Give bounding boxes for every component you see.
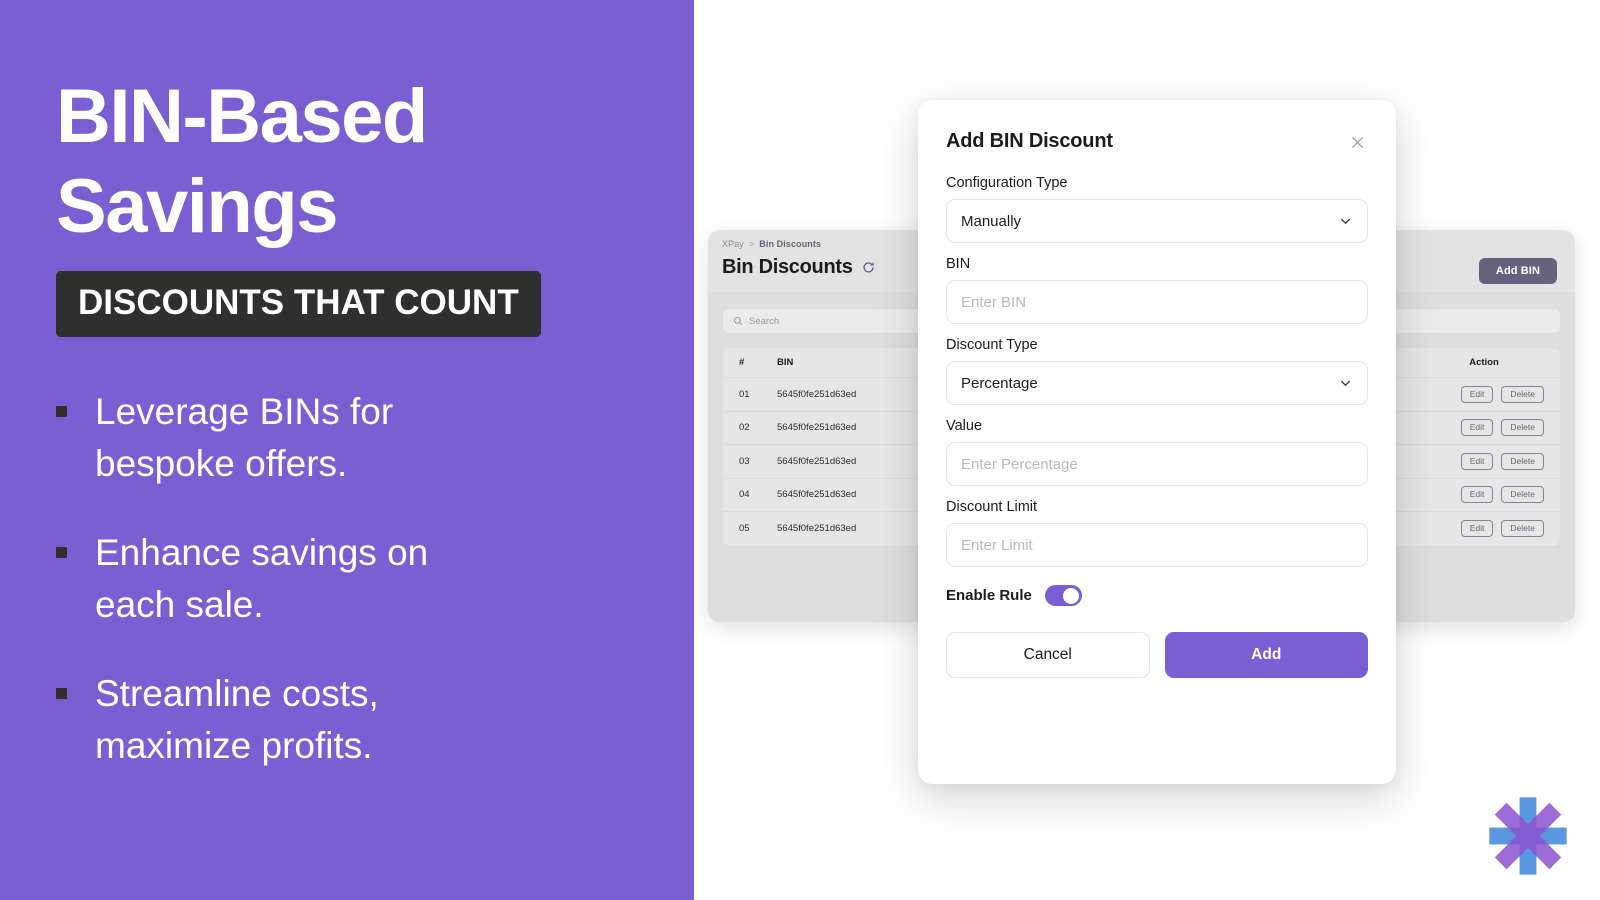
add-bin-discount-modal: Add BIN Discount Configuration Type Manu… bbox=[918, 100, 1396, 784]
toggle-knob bbox=[1063, 587, 1080, 604]
cell-index: 03 bbox=[739, 455, 750, 467]
delete-button[interactable]: Delete bbox=[1501, 520, 1544, 538]
value-input[interactable]: Enter Percentage bbox=[946, 442, 1368, 486]
cell-index: 04 bbox=[739, 489, 750, 501]
bullet-square-icon bbox=[56, 688, 67, 699]
right-white-panel: XPay > Bin Discounts Bin Discounts Add B… bbox=[694, 0, 1600, 900]
bullet-square-icon bbox=[56, 547, 67, 558]
cell-bin: 5645f0fe251d63ed bbox=[777, 388, 857, 400]
list-item: Enhance savings on each sale. bbox=[56, 527, 616, 631]
field-configuration-type: Configuration Type Manually bbox=[946, 175, 1368, 243]
breadcrumb-separator: > bbox=[748, 239, 755, 249]
enable-rule-label: Enable Rule bbox=[946, 587, 1032, 604]
page-headline: BIN-Based Savings bbox=[56, 72, 656, 252]
chevron-down-icon bbox=[1341, 380, 1350, 386]
cell-bin: 5645f0fe251d63ed bbox=[777, 489, 857, 501]
enable-rule-row: Enable Rule bbox=[946, 585, 1368, 606]
refresh-icon[interactable] bbox=[862, 261, 875, 274]
list-item: Leverage BINs for bespoke offers. bbox=[56, 386, 616, 490]
breadcrumb-root[interactable]: XPay bbox=[722, 239, 744, 249]
column-header-action: Action bbox=[1469, 357, 1499, 368]
kicker-banner: DISCOUNTS THAT COUNT bbox=[56, 271, 541, 337]
column-header-index: # bbox=[739, 357, 745, 368]
modal-header: Add BIN Discount bbox=[946, 130, 1368, 153]
label-value: Value bbox=[946, 418, 983, 434]
delete-button[interactable]: Delete bbox=[1501, 452, 1544, 470]
cell-action: Edit Delete bbox=[1424, 520, 1544, 538]
value-placeholder: Enter Percentage bbox=[961, 455, 1078, 473]
cell-index: 02 bbox=[739, 422, 750, 434]
label-bin: BIN bbox=[946, 256, 971, 272]
bullet-square-icon bbox=[56, 406, 67, 417]
field-discount-limit: Discount Limit Enter Limit bbox=[946, 499, 1368, 567]
field-value: Value Enter Percentage bbox=[946, 418, 1368, 486]
discount-type-select[interactable]: Percentage bbox=[946, 361, 1368, 405]
delete-button[interactable]: Delete bbox=[1501, 385, 1544, 403]
edit-button[interactable]: Edit bbox=[1460, 385, 1494, 403]
label-discount-type: Discount Type bbox=[946, 337, 1038, 353]
discount-limit-input[interactable]: Enter Limit bbox=[946, 523, 1368, 567]
add-bin-button[interactable]: Add BIN bbox=[1478, 258, 1557, 284]
enable-rule-toggle[interactable] bbox=[1044, 585, 1082, 606]
edit-button[interactable]: Edit bbox=[1460, 419, 1494, 437]
breadcrumb-current: Bin Discounts bbox=[759, 239, 822, 249]
search-icon bbox=[734, 317, 743, 326]
cell-bin: 5645f0fe251d63ed bbox=[777, 455, 857, 467]
label-configuration-type: Configuration Type bbox=[946, 175, 1068, 191]
slide-canvas: BIN-Based Savings DISCOUNTS THAT COUNT L… bbox=[0, 0, 1600, 900]
cell-index: 01 bbox=[739, 388, 750, 400]
xpay-asterisk-logo bbox=[1486, 794, 1570, 878]
modal-title: Add BIN Discount bbox=[946, 130, 1113, 152]
cell-bin: 5645f0fe251d63ed bbox=[777, 422, 857, 434]
edit-button[interactable]: Edit bbox=[1460, 520, 1494, 538]
discount-type-value: Percentage bbox=[961, 374, 1038, 392]
add-button[interactable]: Add bbox=[1164, 632, 1368, 678]
configuration-type-select[interactable]: Manually bbox=[946, 199, 1368, 243]
bullet-text: Leverage BINs for bespoke offers. bbox=[95, 391, 394, 484]
bullet-text: Streamline costs, maximize profits. bbox=[95, 673, 379, 766]
cell-action: Edit Delete bbox=[1424, 486, 1544, 504]
delete-button[interactable]: Delete bbox=[1501, 419, 1544, 437]
configuration-type-value: Manually bbox=[961, 212, 1022, 230]
list-item: Streamline costs, maximize profits. bbox=[56, 668, 616, 772]
headline-line-1: BIN-Based bbox=[56, 74, 428, 159]
bullet-list: Leverage BINs for bespoke offers. Enhanc… bbox=[56, 386, 616, 809]
delete-button[interactable]: Delete bbox=[1501, 486, 1544, 504]
edit-button[interactable]: Edit bbox=[1460, 486, 1494, 504]
bin-input[interactable]: Enter BIN bbox=[946, 280, 1368, 324]
chevron-down-icon bbox=[1341, 218, 1350, 224]
kicker-text: DISCOUNTS THAT COUNT bbox=[56, 271, 541, 337]
page-title: Bin Discounts bbox=[722, 256, 853, 278]
edit-button[interactable]: Edit bbox=[1460, 452, 1494, 470]
headline-line-2: Savings bbox=[56, 164, 338, 249]
cancel-button[interactable]: Cancel bbox=[946, 632, 1150, 678]
bullet-text: Enhance savings on each sale. bbox=[95, 532, 429, 625]
column-header-bin: BIN bbox=[777, 357, 794, 368]
field-bin: BIN Enter BIN bbox=[946, 256, 1368, 324]
search-placeholder: Search bbox=[749, 315, 780, 327]
label-discount-limit: Discount Limit bbox=[946, 499, 1038, 515]
cell-index: 05 bbox=[739, 523, 750, 535]
modal-actions: Cancel Add bbox=[946, 632, 1368, 678]
cell-action: Edit Delete bbox=[1424, 385, 1544, 403]
cell-action: Edit Delete bbox=[1424, 452, 1544, 470]
discount-limit-placeholder: Enter Limit bbox=[961, 536, 1033, 554]
left-purple-panel: BIN-Based Savings DISCOUNTS THAT COUNT L… bbox=[0, 0, 694, 900]
cell-action: Edit Delete bbox=[1424, 419, 1544, 437]
cell-bin: 5645f0fe251d63ed bbox=[777, 523, 857, 535]
bin-placeholder: Enter BIN bbox=[961, 293, 1027, 311]
field-discount-type: Discount Type Percentage bbox=[946, 337, 1368, 405]
close-icon[interactable] bbox=[1346, 131, 1368, 153]
